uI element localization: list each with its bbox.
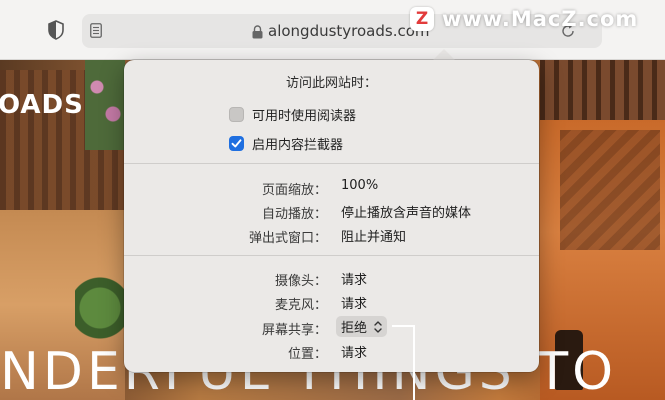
screen-sharing-value: 拒绝: [341, 321, 368, 336]
site-logo-text[interactable]: OADS: [0, 90, 84, 120]
screen-sharing-row: 屏幕共享： 拒绝: [124, 316, 539, 339]
popup-windows-value[interactable]: 阻止并通知: [341, 226, 406, 245]
privacy-report-shield-icon[interactable]: [47, 20, 65, 40]
location-value[interactable]: 请求: [341, 342, 367, 361]
microphone-row: 麦克风： 请求: [124, 292, 539, 314]
microphone-value[interactable]: 请求: [341, 293, 367, 312]
screen-sharing-label: 屏幕共享：: [261, 323, 327, 338]
autoplay-value[interactable]: 停止播放含声音的媒体: [341, 202, 471, 221]
autoplay-row: 自动播放： 停止播放含声音的媒体: [124, 201, 539, 223]
popup-windows-label: 弹出式窗口：: [248, 231, 327, 246]
camera-value[interactable]: 请求: [341, 269, 367, 288]
up-down-chevron-icon: [374, 320, 382, 333]
callout-line: [392, 325, 414, 327]
url-text[interactable]: alongdustyroads.com: [268, 22, 430, 40]
autoplay-label: 自动播放：: [261, 207, 327, 222]
watermark-text: www.MacZ.com: [442, 7, 639, 31]
flowers-image: [85, 60, 125, 150]
popover-title: 访问此网站时：: [285, 76, 377, 91]
location-row: 位置： 请求: [124, 341, 539, 363]
reader-checkbox-label[interactable]: 可用时使用阅读器: [252, 105, 356, 124]
screen-sharing-select[interactable]: 拒绝: [336, 316, 388, 337]
camera-label: 摄像头：: [274, 274, 327, 289]
watermark: Z www.MacZ.com: [410, 6, 638, 32]
content-blocker-checkbox-label[interactable]: 启用内容拦截器: [252, 134, 343, 153]
browser-toolbar: alongdustyroads.com Z www.MacZ.com: [0, 0, 665, 60]
checkmark-icon: [231, 138, 242, 147]
reader-checkbox[interactable]: [229, 106, 244, 122]
popup-windows-row: 弹出式窗口： 阻止并通知: [124, 225, 539, 247]
reader-page-icon[interactable]: [90, 23, 102, 38]
page-zoom-row: 页面缩放： 100%: [124, 177, 539, 199]
divider: [124, 163, 539, 164]
watermark-logo: Z: [410, 7, 434, 31]
callout-line: [413, 325, 415, 400]
microphone-label: 麦克风：: [274, 298, 327, 313]
website-settings-popover: 访问此网站时： 可用时使用阅读器 启用内容拦截器 页面缩放： 100% 自动播放…: [124, 60, 539, 372]
location-label: 位置：: [287, 347, 327, 362]
content-blocker-checkbox-row[interactable]: 启用内容拦截器: [229, 134, 343, 153]
page-zoom-value[interactable]: 100%: [341, 178, 378, 193]
reader-checkbox-row[interactable]: 可用时使用阅读器: [229, 105, 356, 124]
divider: [124, 255, 539, 256]
camera-row: 摄像头： 请求: [124, 268, 539, 290]
wood-bracket-image: [560, 130, 660, 250]
content-blocker-checkbox[interactable]: [229, 135, 244, 151]
balcony-image-right: [540, 60, 665, 120]
page-zoom-label: 页面缩放：: [261, 183, 327, 198]
lock-icon: [252, 24, 263, 39]
